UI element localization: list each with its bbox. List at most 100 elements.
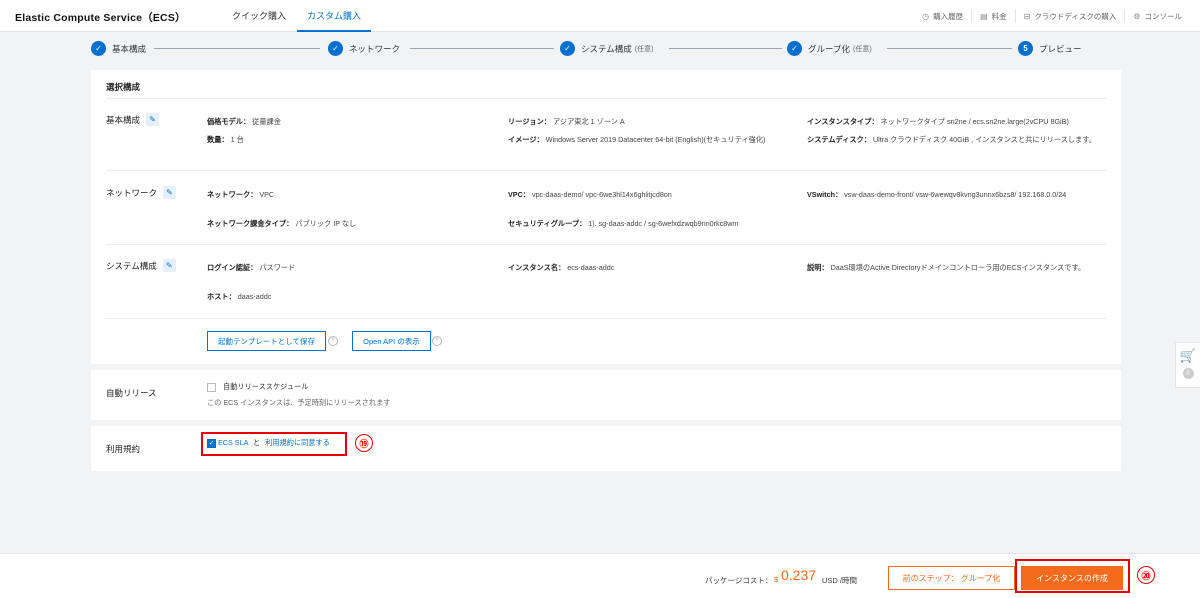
auto-release-option-label: 自動リリーススケジュール bbox=[223, 382, 309, 391]
cart-widget[interactable]: 🛒 0 bbox=[1175, 342, 1200, 388]
field-value: 従量課金 bbox=[252, 117, 281, 126]
network-billing-type: ネットワーク課金タイプ： パブリック IP なし bbox=[207, 218, 356, 229]
basic-config-text: 基本構成 bbox=[106, 114, 141, 125]
package-cost-label: パッケージコスト： bbox=[705, 576, 773, 585]
field-key: VSwitch： bbox=[807, 190, 843, 199]
field-value: アジア東北 1 ゾーン A bbox=[552, 117, 625, 126]
field-value: daas-addc bbox=[237, 292, 272, 301]
quantity: 数量： 1 台 bbox=[207, 134, 244, 145]
disk-icon: ⊟ bbox=[1023, 11, 1031, 21]
auto-release-option[interactable]: 自動リリーススケジュール bbox=[207, 381, 308, 392]
cart-count: 0 bbox=[1182, 368, 1194, 379]
check-icon: ✓ bbox=[91, 41, 106, 56]
vpc: VPC： vpc-daas-demo/ vpc-6we3hl14x6ghlitj… bbox=[508, 189, 672, 200]
vswitch: VSwitch： vsw-daas-demo-front/ vsw-6wewqv… bbox=[807, 189, 1067, 200]
save-launch-template-button[interactable]: 起動テンプレートとして保存 bbox=[207, 331, 326, 351]
step-network-label: ネットワーク bbox=[349, 43, 401, 54]
step-grouping[interactable]: ✓ グループ化 (任意) bbox=[787, 41, 872, 56]
step-network[interactable]: ✓ ネットワーク bbox=[328, 41, 400, 56]
optional-tag: (任意) bbox=[853, 45, 872, 53]
image: イメージ： Windows Server 2019 Datacenter 64-… bbox=[508, 134, 765, 145]
hostname: ホスト： daas-addc bbox=[207, 291, 271, 302]
tab-custom-purchase[interactable]: カスタム購入 bbox=[297, 0, 371, 32]
system-config-label: システム構成 ✎ bbox=[106, 259, 176, 272]
edit-icon[interactable]: ✎ bbox=[163, 186, 177, 199]
field-value: vpc-daas-demo/ vpc-6we3hl14x6ghlitjcd8on bbox=[531, 190, 672, 199]
auto-release-label: 自動リリース bbox=[106, 388, 157, 398]
field-key: 数量： bbox=[207, 135, 229, 144]
help-icon[interactable]: ? bbox=[328, 336, 338, 346]
step-preview-label: プレビュー bbox=[1039, 43, 1082, 54]
field-key: ログイン認証： bbox=[207, 263, 258, 272]
auto-release-note: この ECS インスタンスは、予定時刻にリリースされます bbox=[207, 398, 391, 407]
check-icon: ✓ bbox=[787, 41, 802, 56]
step-connector bbox=[669, 48, 782, 49]
annotation-highlight-box bbox=[201, 432, 347, 456]
previous-step-button[interactable]: 前のステップ： グループ化 bbox=[888, 566, 1015, 590]
field-value: VPC bbox=[259, 190, 275, 199]
pricing-link[interactable]: ▤ 料金 bbox=[971, 9, 1015, 23]
cart-icon: 🛒 bbox=[1179, 348, 1197, 363]
field-key: ネットワーク課金タイプ： bbox=[207, 219, 294, 228]
summary-panel: 選択構成 基本構成 ✎ 価格モデル： 従量課金 数量： 1 台 リージョン： ア… bbox=[91, 70, 1121, 364]
step-grouping-label: グループ化 bbox=[808, 43, 850, 54]
progress-stepper: ✓ 基本構成 ✓ ネットワーク ✓ システム構成 (任意) ✓ グループ化 (任… bbox=[0, 32, 1200, 66]
currency-symbol: $ bbox=[774, 575, 779, 584]
field-key: インスタンスタイプ： bbox=[807, 117, 879, 126]
console-label: コンソール bbox=[1144, 11, 1183, 21]
tab-quick-purchase[interactable]: クイック購入 bbox=[222, 0, 296, 32]
console-link[interactable]: ⚙ コンソール bbox=[1124, 9, 1190, 23]
field-key: VPC： bbox=[508, 190, 530, 199]
edit-icon[interactable]: ✎ bbox=[162, 259, 176, 272]
calculator-icon: ▤ bbox=[980, 11, 988, 21]
field-value: DaaS環境のActive Directoryドメインコントローラ用のECSイン… bbox=[830, 263, 1086, 272]
annotation-marker-20: ⑳ bbox=[1137, 566, 1155, 584]
network-text: ネットワーク bbox=[106, 187, 158, 198]
network-label: ネットワーク ✎ bbox=[106, 186, 177, 199]
clock-icon: ◷ bbox=[922, 11, 930, 21]
divider bbox=[106, 98, 1106, 99]
pricing-label: 料金 bbox=[991, 11, 1007, 21]
description: 説明： DaaS環境のActive Directoryドメインコントローラ用のE… bbox=[807, 262, 1097, 273]
step-basic-label: 基本構成 bbox=[112, 43, 147, 54]
purchase-history-link[interactable]: ◷ 購入履歴 bbox=[914, 9, 971, 23]
field-value: パスワード bbox=[259, 263, 296, 272]
annotation-marker-19: ⑲ bbox=[355, 434, 373, 452]
system-config-text: システム構成 bbox=[106, 260, 157, 271]
annotation-highlight-box bbox=[1015, 559, 1130, 593]
instance-name: インスタンス名： ecs-daas-addc bbox=[508, 262, 614, 273]
top-links: ◷ 購入履歴 ▤ 料金 ⊟ クラウドディスクの購入 ⚙ コンソール bbox=[914, 0, 1190, 32]
step-connector bbox=[154, 48, 320, 49]
step-connector bbox=[410, 48, 554, 49]
field-key: インスタンス名： bbox=[508, 263, 566, 272]
step-system[interactable]: ✓ システム構成 (任意) bbox=[560, 41, 653, 56]
instance-type: インスタンスタイプ： ネットワークタイプ sn2ne / ecs.sn2ne.l… bbox=[807, 116, 1107, 127]
step-basic[interactable]: ✓ 基本構成 bbox=[91, 41, 146, 56]
help-icon[interactable]: ? bbox=[432, 336, 442, 346]
divider bbox=[106, 170, 1106, 171]
cost-unit: USD /時間 bbox=[822, 576, 858, 585]
field-value: 1 台 bbox=[230, 135, 244, 144]
network-type: ネットワーク： VPC bbox=[207, 189, 274, 200]
terms-label: 利用規約 bbox=[106, 444, 141, 454]
field-value: パブリック IP なし bbox=[295, 219, 357, 228]
field-value: ecs-daas-addc bbox=[567, 263, 615, 272]
edit-icon[interactable]: ✎ bbox=[146, 113, 160, 126]
field-key: システムディスク： bbox=[807, 135, 871, 144]
step-preview: 5 プレビュー bbox=[1018, 41, 1082, 56]
buy-disk-label: クラウドディスクの購入 bbox=[1034, 11, 1117, 21]
check-icon: ✓ bbox=[560, 41, 575, 56]
app-title: Elastic Compute Service（ECS） bbox=[15, 12, 186, 24]
auto-release-checkbox[interactable] bbox=[207, 382, 216, 392]
field-value: ネットワークタイプ sn2ne / ecs.sn2ne.large(2vCPU … bbox=[880, 117, 1069, 126]
security-group: セキュリティグループ： 1). sg-daas-addc / sg-6wefxd… bbox=[508, 218, 738, 229]
basic-config-label: 基本構成 ✎ bbox=[106, 113, 160, 126]
region: リージョン： アジア東北 1 ゾーン A bbox=[508, 116, 625, 127]
field-value: Windows Server 2019 Datacenter 64-bit (E… bbox=[545, 135, 766, 144]
field-key: リージョン： bbox=[508, 117, 551, 126]
field-value: 1). sg-daas-addc / sg-6wefxdzwqb9nn0rkc8… bbox=[588, 219, 739, 228]
field-key: 価格モデル： bbox=[207, 117, 251, 126]
open-api-button[interactable]: Open API の表示 bbox=[352, 331, 431, 351]
divider bbox=[106, 244, 1106, 245]
buy-disk-link[interactable]: ⊟ クラウドディスクの購入 bbox=[1014, 9, 1125, 23]
